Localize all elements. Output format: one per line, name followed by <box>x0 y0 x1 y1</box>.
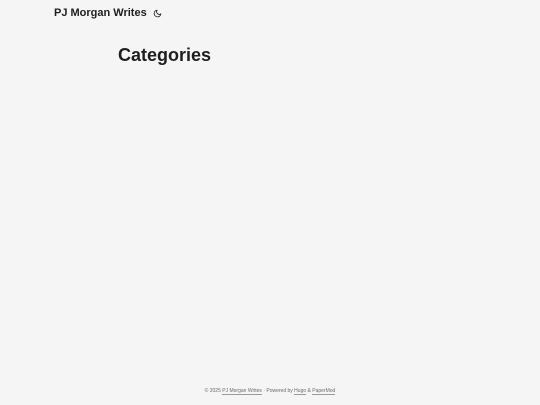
hugo-link[interactable]: Hugo <box>294 388 307 395</box>
page-title: Categories <box>118 45 212 65</box>
copyright-text: © 2025 <box>204 388 221 394</box>
site-header: PJ Morgan Writes <box>54 6 163 20</box>
theme-toggle-button[interactable] <box>153 8 163 18</box>
moon-icon <box>153 9 162 17</box>
page: PJ Morgan Writes Categories © 2025 PJ Mo… <box>0 0 540 405</box>
ampersand-text: & <box>307 388 311 394</box>
papermod-link[interactable]: PaperMod <box>312 388 336 395</box>
site-footer: © 2025 PJ Morgan Writes · Powered by Hug… <box>0 388 540 395</box>
powered-by-text: · Powered by <box>263 388 293 394</box>
footer-site-link[interactable]: PJ Morgan Writes <box>222 388 262 395</box>
site-title-link[interactable]: PJ Morgan Writes <box>54 7 147 19</box>
